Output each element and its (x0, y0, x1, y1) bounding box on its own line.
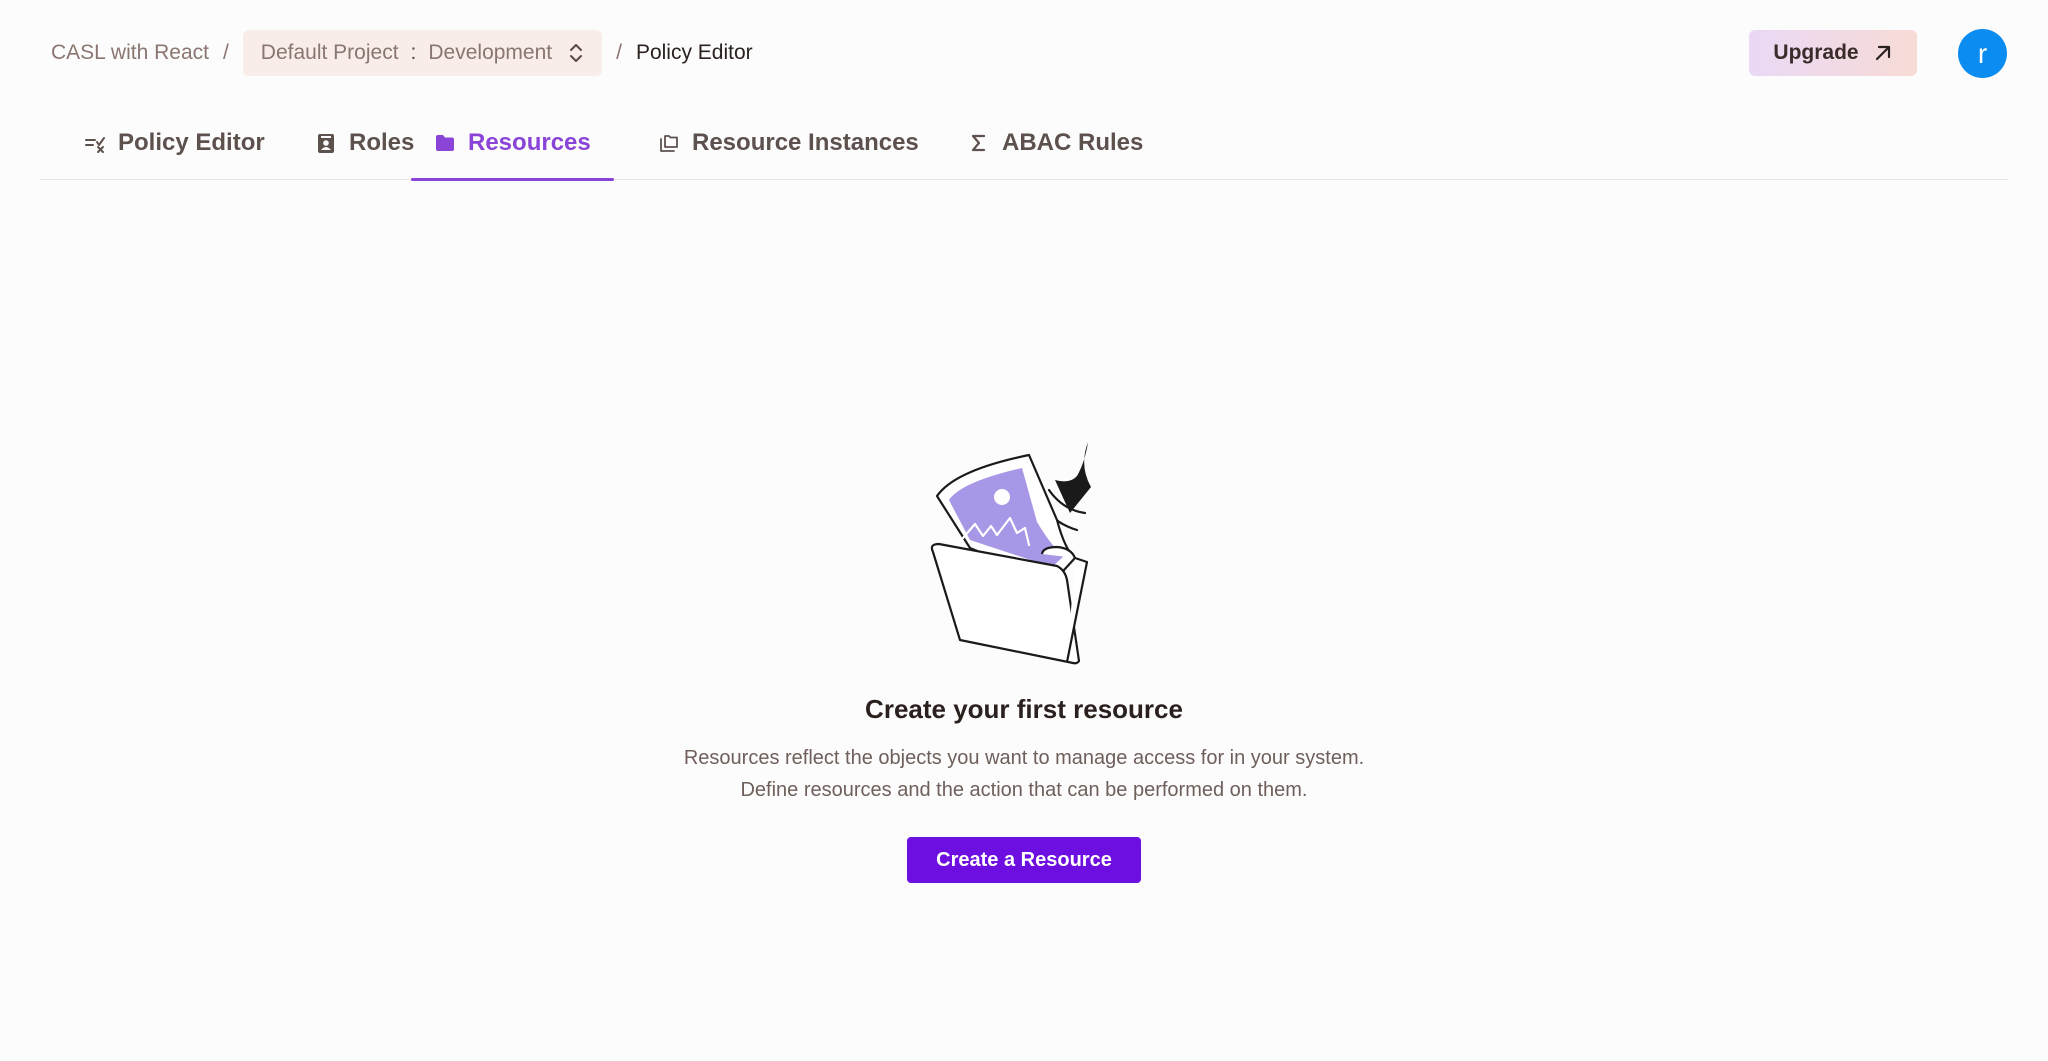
chevron-up-down-icon (570, 44, 583, 62)
empty-state-title: Create your first resource (865, 694, 1183, 724)
resource-instances-icon (660, 135, 678, 152)
empty-state-description: Resources reflect the objects you want t… (683, 747, 1365, 801)
breadcrumb-separator: / (616, 41, 622, 64)
project-environment-select[interactable]: Default Project : Development (242, 30, 603, 76)
tab-label: Resource Instances (692, 129, 919, 156)
project-name: Default Project (260, 41, 399, 64)
upgrade-button[interactable]: Upgrade (1749, 30, 1917, 76)
roles-icon (318, 134, 334, 153)
empty-state: Create your first resource Resources ref… (624, 440, 1424, 890)
top-bar: CASL with React / Default Project : Deve… (0, 0, 2048, 106)
tab-label: Roles (349, 129, 415, 156)
breadcrumb: CASL with React / Default Project : Deve… (51, 30, 753, 76)
arrow-up-right-icon (1875, 45, 1890, 61)
tab-abac-rules[interactable]: ABAC Rules (945, 106, 1166, 180)
create-resource-button[interactable]: Create a Resource (907, 837, 1141, 883)
folder-icon (436, 135, 454, 151)
tab-policy-editor[interactable]: Policy Editor (61, 106, 288, 180)
folder-with-image-illustration (930, 442, 1091, 665)
breadcrumb-current: Policy Editor (635, 41, 753, 64)
upgrade-label: Upgrade (1773, 41, 1859, 64)
tab-label: ABAC Rules (1002, 129, 1144, 156)
environment-name: Development (428, 41, 553, 64)
tab-resource-instances[interactable]: Resource Instances (635, 106, 942, 180)
tab-bar: Policy Editor Roles Resources Resource I… (40, 106, 2008, 181)
breadcrumb-separator: / (222, 41, 229, 64)
tab-resources[interactable]: Resources (411, 106, 614, 181)
tab-label: Policy Editor (118, 129, 265, 156)
tab-label: Resources (468, 129, 591, 156)
environment-separator: : (410, 41, 417, 64)
sigma-icon (971, 134, 986, 152)
avatar[interactable]: r (1958, 29, 2007, 78)
breadcrumb-org-link[interactable]: CASL with React (51, 41, 209, 65)
policy-editor-icon (85, 137, 105, 153)
